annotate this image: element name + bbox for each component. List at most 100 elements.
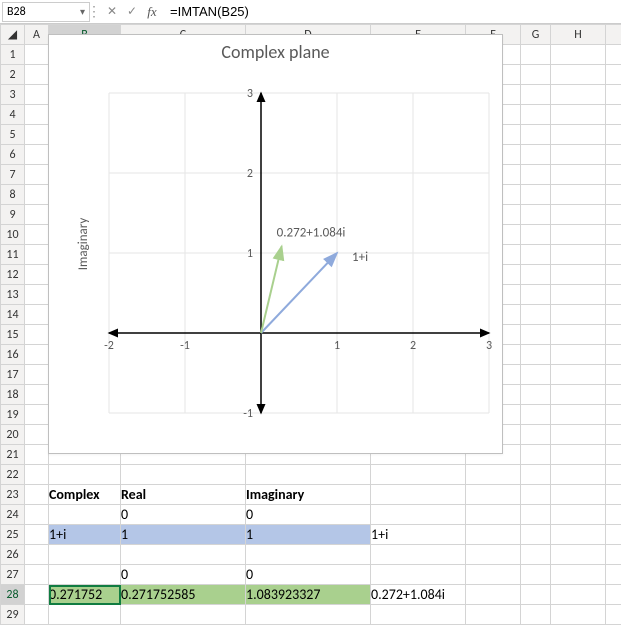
cell[interactable] — [551, 445, 606, 465]
cell[interactable] — [25, 565, 49, 585]
row-header[interactable]: 11 — [1, 245, 25, 265]
cell[interactable] — [521, 365, 551, 385]
row-header[interactable]: 6 — [1, 145, 25, 165]
cell[interactable] — [466, 565, 521, 585]
cell[interactable] — [25, 465, 49, 485]
row-header[interactable]: 9 — [1, 205, 25, 225]
cell[interactable] — [606, 285, 621, 305]
cell[interactable] — [521, 145, 551, 165]
cell[interactable] — [551, 485, 606, 505]
cell[interactable] — [551, 225, 606, 245]
cell[interactable] — [49, 605, 121, 625]
row-header[interactable]: 5 — [1, 125, 25, 145]
cell[interactable] — [49, 545, 121, 565]
row-header[interactable]: 18 — [1, 385, 25, 405]
row-header[interactable]: 19 — [1, 405, 25, 425]
cell[interactable] — [551, 325, 606, 345]
cell[interactable]: 1.083923327 — [246, 585, 371, 605]
row-header[interactable]: 29 — [1, 605, 25, 625]
cell[interactable] — [521, 205, 551, 225]
cell[interactable] — [551, 525, 606, 545]
cell[interactable] — [551, 165, 606, 185]
cell[interactable] — [606, 545, 621, 565]
cell[interactable] — [25, 225, 49, 245]
cell[interactable]: Complex — [49, 485, 121, 505]
cell[interactable] — [466, 505, 521, 525]
cell[interactable] — [606, 45, 621, 65]
cell[interactable] — [25, 105, 49, 125]
cell[interactable] — [606, 185, 621, 205]
cell[interactable] — [551, 605, 606, 625]
cell[interactable] — [606, 305, 621, 325]
name-box[interactable]: B28 ▾ — [2, 2, 90, 22]
cell[interactable]: 1+i — [371, 525, 466, 545]
cell[interactable] — [466, 605, 521, 625]
cell[interactable] — [551, 585, 606, 605]
cell[interactable] — [521, 445, 551, 465]
cell[interactable] — [551, 105, 606, 125]
cell[interactable] — [606, 105, 621, 125]
row-header[interactable]: 4 — [1, 105, 25, 125]
cell[interactable] — [25, 125, 49, 145]
row-header[interactable]: 2 — [1, 65, 25, 85]
cell[interactable] — [49, 505, 121, 525]
cell[interactable] — [551, 365, 606, 385]
cell[interactable] — [551, 465, 606, 485]
cell[interactable] — [606, 265, 621, 285]
cell[interactable] — [551, 245, 606, 265]
cell[interactable] — [521, 85, 551, 105]
cell[interactable] — [551, 45, 606, 65]
cell[interactable] — [606, 465, 621, 485]
cell[interactable] — [25, 185, 49, 205]
row-header[interactable]: 22 — [1, 465, 25, 485]
cell[interactable] — [606, 565, 621, 585]
cell[interactable] — [521, 65, 551, 85]
row-header[interactable]: 20 — [1, 425, 25, 445]
cell[interactable] — [551, 285, 606, 305]
cell[interactable]: 0 — [246, 565, 371, 585]
cell[interactable] — [25, 325, 49, 345]
cell[interactable] — [606, 85, 621, 105]
cell[interactable]: Real — [121, 485, 246, 505]
row-header[interactable]: 24 — [1, 505, 25, 525]
cell[interactable]: 0 — [121, 505, 246, 525]
cell[interactable] — [606, 345, 621, 365]
row-header[interactable]: 1 — [1, 45, 25, 65]
cell[interactable] — [551, 145, 606, 165]
cell[interactable] — [521, 265, 551, 285]
cell[interactable]: 1+i — [49, 525, 121, 545]
cell[interactable] — [551, 305, 606, 325]
cell[interactable] — [606, 205, 621, 225]
chevron-down-icon[interactable]: ▾ — [80, 5, 85, 18]
col-header[interactable]: H — [551, 25, 606, 45]
cell[interactable] — [25, 405, 49, 425]
row-header[interactable]: 21 — [1, 445, 25, 465]
cell[interactable] — [521, 185, 551, 205]
cell[interactable] — [371, 565, 466, 585]
cell[interactable] — [25, 585, 49, 605]
cell[interactable] — [466, 485, 521, 505]
fx-icon[interactable]: fx — [144, 4, 160, 20]
cell[interactable] — [551, 345, 606, 365]
cell[interactable]: 0 — [121, 565, 246, 585]
cell[interactable] — [551, 405, 606, 425]
cell[interactable] — [551, 85, 606, 105]
cell[interactable] — [551, 385, 606, 405]
cell[interactable] — [521, 485, 551, 505]
cell[interactable] — [606, 445, 621, 465]
cell[interactable] — [551, 265, 606, 285]
cell[interactable] — [25, 485, 49, 505]
spreadsheet-grid[interactable]: ◢ A B C D E F G H 1234567891011121314151… — [0, 24, 621, 625]
cell[interactable] — [606, 485, 621, 505]
cell[interactable] — [606, 405, 621, 425]
cell[interactable] — [521, 225, 551, 245]
cell[interactable] — [25, 365, 49, 385]
row-header[interactable]: 16 — [1, 345, 25, 365]
cell[interactable] — [25, 285, 49, 305]
cell[interactable]: 0.271752585 — [121, 585, 246, 605]
cell[interactable] — [25, 265, 49, 285]
cell[interactable] — [25, 165, 49, 185]
chart[interactable]: Complex plane Imaginary -2-1123-11231+i0… — [48, 34, 503, 454]
cell[interactable] — [466, 465, 521, 485]
cell[interactable] — [25, 505, 49, 525]
